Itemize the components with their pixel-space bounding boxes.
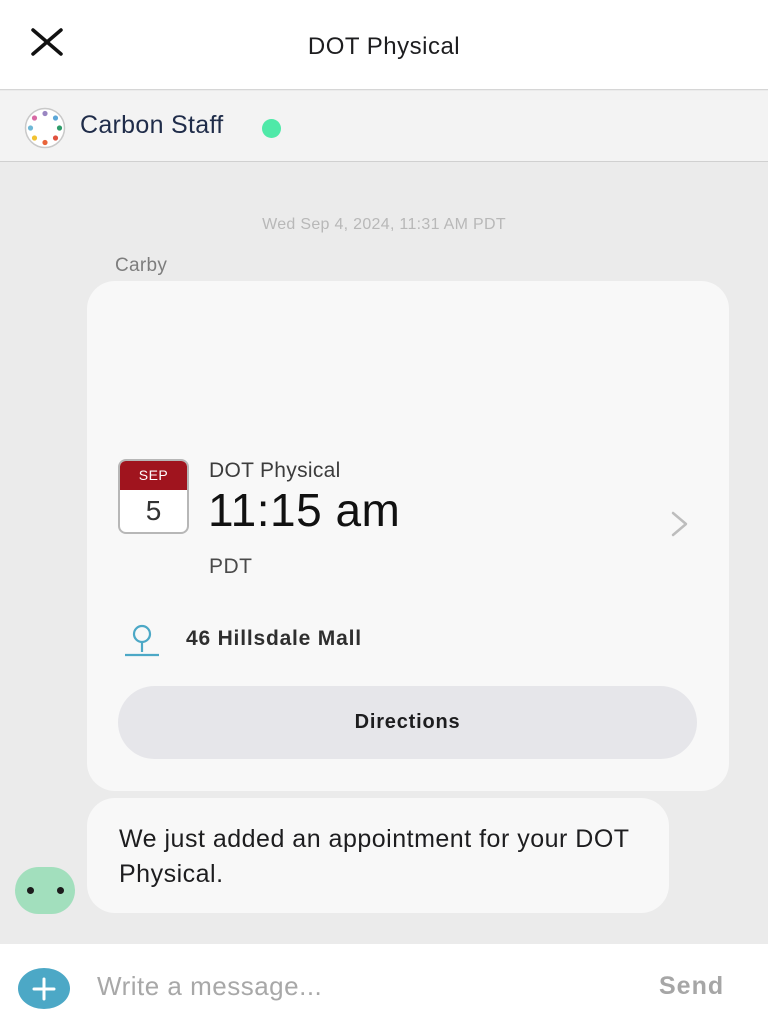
app-header: DOT Physical	[0, 0, 768, 90]
plus-icon	[32, 977, 56, 1000]
bot-avatar-eye	[57, 887, 64, 894]
calendar-day: 5	[145, 495, 162, 526]
appointment-address: 46 Hillsdale Mall	[186, 627, 362, 650]
appointment-card[interactable]: SEP 5 DOT Physical 11:15 am PDT 46 Hills…	[87, 281, 729, 791]
calendar-icon: SEP 5	[118, 459, 189, 534]
bot-avatar	[15, 867, 75, 914]
appointment-time: 11:15 am	[208, 484, 401, 536]
calendar-month: SEP	[120, 461, 187, 490]
message-input[interactable]	[97, 964, 637, 1008]
page-title: DOT Physical	[307, 33, 461, 60]
appointment-title: DOT Physical	[209, 459, 341, 482]
online-status-indicator	[262, 119, 281, 138]
send-button[interactable]: Send	[659, 972, 724, 1001]
message-bubble: We just added an appointment for your DO…	[87, 798, 669, 913]
appointment-timezone: PDT	[209, 555, 253, 578]
staff-name: Carbon Staff	[80, 111, 224, 139]
sender-name: Carby	[115, 255, 168, 276]
message-composer: Send	[0, 944, 768, 1024]
location-pin-icon	[125, 624, 159, 657]
directions-button[interactable]: Directions	[118, 686, 697, 759]
add-attachment-button[interactable]	[18, 968, 70, 1009]
staff-bar[interactable]: Carbon Staff	[0, 91, 768, 162]
chevron-right-icon[interactable]	[669, 510, 691, 538]
message-timestamp: Wed Sep 4, 2024, 11:31 AM PDT	[262, 216, 506, 233]
bot-avatar-eye	[27, 887, 34, 894]
carbon-logo-icon	[24, 107, 66, 149]
